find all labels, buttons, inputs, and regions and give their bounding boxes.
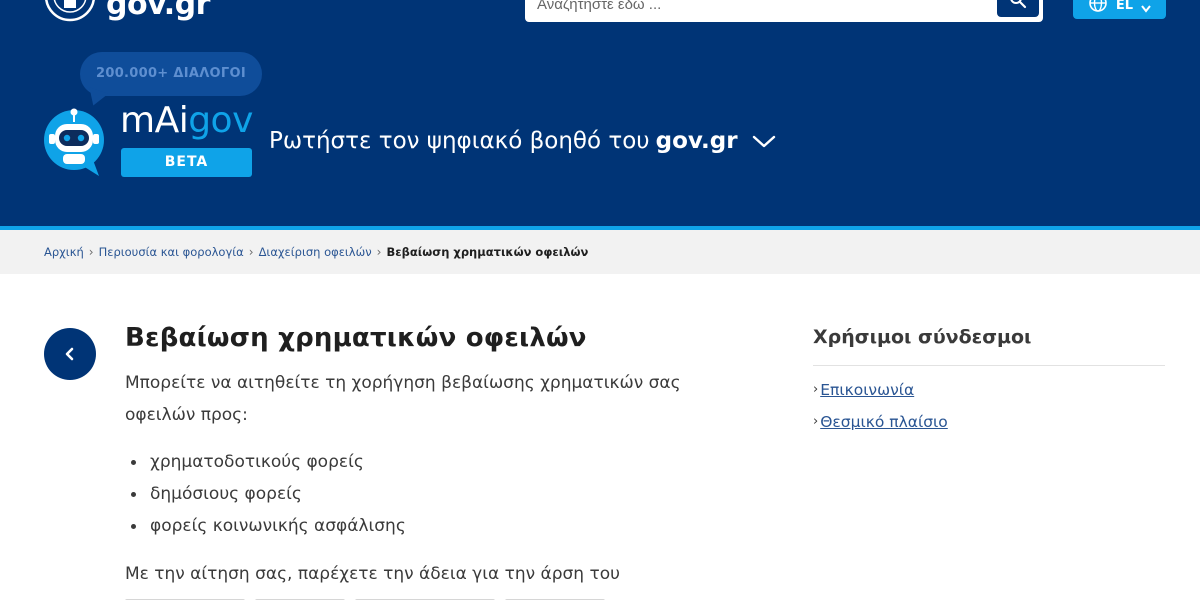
site-header: gov.gr EL 200.000+ ΔΙΑΛΟΓΟΙ	[0, 0, 1200, 226]
language-selector[interactable]: EL	[1073, 0, 1166, 19]
breadcrumb: Αρχική › Περιουσία και φορολογία › Διαχε…	[44, 245, 588, 259]
search-button[interactable]	[997, 0, 1039, 17]
page-title: Βεβαίωση χρηματικών οφειλών	[125, 323, 587, 353]
recipient-list: χρηματοδοτικούς φορείς δημόσιους φορείς …	[131, 446, 406, 542]
language-label: EL	[1115, 0, 1134, 13]
globe-icon	[1089, 0, 1107, 12]
beta-badge: BETA	[121, 148, 252, 177]
breadcrumb-separator: ›	[248, 245, 254, 259]
breadcrumb-separator: ›	[376, 245, 382, 259]
chevron-right-icon: ›	[813, 382, 819, 397]
robot-assistant-icon[interactable]	[43, 108, 109, 178]
consent-paragraph: Με την αίτηση σας, παρέχετε την άδεια γι…	[125, 564, 620, 584]
govgr-logo[interactable]: gov.gr	[44, 0, 210, 22]
breadcrumb-property-tax[interactable]: Περιουσία και φορολογία	[99, 245, 244, 259]
search-box	[525, 0, 1043, 22]
logo-text: gov.gr	[106, 0, 210, 22]
chevron-left-icon	[65, 347, 74, 361]
tagline-brand: gov.gr	[655, 128, 738, 154]
search-icon	[1010, 0, 1027, 8]
chevron-down-icon	[752, 135, 775, 148]
intro-text: Μπορείτε να αιτηθείτε τη χορήγηση βεβαίω…	[125, 373, 681, 425]
link-contact[interactable]: Επικοινωνία	[820, 377, 914, 403]
list-item: › Επικοινωνία	[813, 374, 948, 406]
sidebar-divider	[813, 365, 1165, 366]
breadcrumb-separator: ›	[88, 245, 94, 259]
breadcrumb-debt-management[interactable]: Διαχείριση οφειλών	[259, 245, 372, 259]
useful-links-heading: Χρήσιμοι σύνδεσμοι	[813, 326, 1032, 348]
cropped-text-line	[125, 594, 625, 600]
breadcrumb-bar: Αρχική › Περιουσία και φορολογία › Διαχε…	[0, 230, 1200, 274]
maigov-brand: mAigov	[120, 100, 253, 141]
list-item-text: χρηματοδοτικούς φορείς	[150, 452, 364, 472]
emblem-icon	[45, 0, 95, 22]
list-item-text: φορείς κοινωνικής ασφάλισης	[150, 516, 406, 536]
useful-links-list: › Επικοινωνία › Θεσμικό πλαίσιο	[813, 374, 948, 438]
chevron-right-icon: ›	[813, 414, 819, 429]
dialog-count-text: 200.000+ ΔΙΑΛΟΓΟΙ	[96, 66, 246, 81]
chevron-down-icon	[1141, 5, 1151, 13]
list-item: φορείς κοινωνικής ασφάλισης	[131, 510, 406, 542]
search-input[interactable]	[537, 0, 977, 13]
breadcrumb-home[interactable]: Αρχική	[44, 245, 84, 259]
list-item: › Θεσμικό πλαίσιο	[813, 406, 948, 438]
bullet-icon	[131, 459, 136, 465]
tagline-text: Ρωτήστε τον ψηφιακό βοηθό του	[269, 128, 650, 154]
brand-suffix: gov	[188, 100, 253, 141]
brand-prefix: mAi	[120, 100, 189, 141]
bullet-icon	[131, 491, 136, 497]
list-item: δημόσιους φορείς	[131, 478, 406, 510]
link-legal-framework[interactable]: Θεσμικό πλαίσιο	[820, 409, 948, 435]
bullet-icon	[131, 523, 136, 529]
list-item: χρηματοδοτικούς φορείς	[131, 446, 406, 478]
assistant-tagline[interactable]: Ρωτήστε τον ψηφιακό βοηθό του gov.gr	[269, 128, 776, 154]
back-button[interactable]	[44, 328, 96, 380]
list-item-text: δημόσιους φορείς	[150, 484, 302, 504]
breadcrumb-current: Βεβαίωση χρηματικών οφειλών	[386, 245, 589, 259]
